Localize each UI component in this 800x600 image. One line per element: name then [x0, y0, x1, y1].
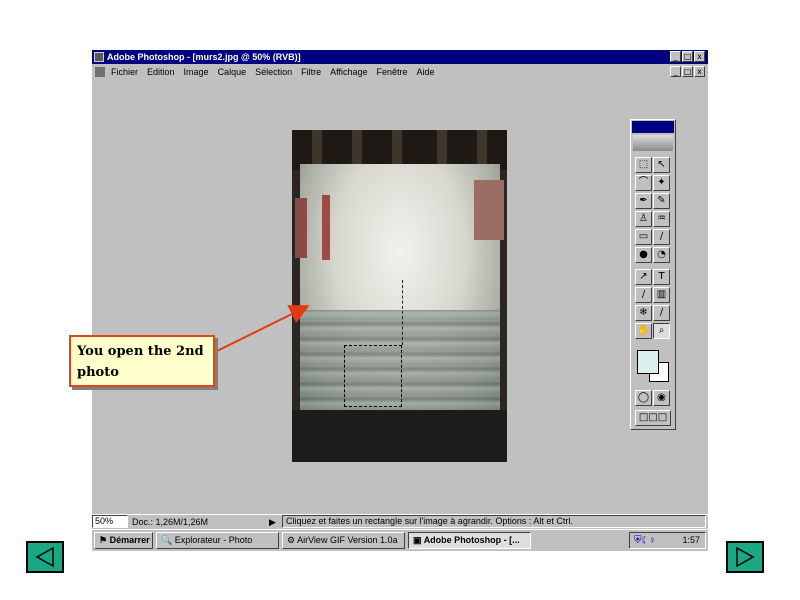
callout-text: You open the 2nd photo	[77, 344, 204, 380]
previous-slide-button[interactable]	[26, 541, 64, 573]
triangle-left-icon	[35, 546, 54, 568]
triangle-right-icon	[736, 546, 755, 568]
callout-arrow	[214, 305, 310, 353]
next-slide-button[interactable]	[726, 541, 764, 573]
callout-box: You open the 2nd photo	[69, 335, 215, 387]
